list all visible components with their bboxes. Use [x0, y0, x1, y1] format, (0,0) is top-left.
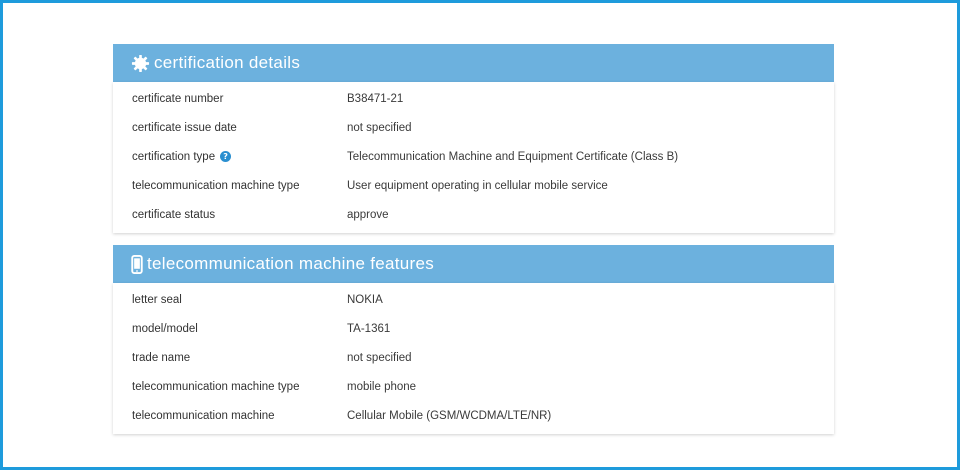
detail-row: certificate number B38471-21	[113, 84, 834, 113]
section-header-machine-features: telecommunication machine features	[113, 245, 834, 283]
detail-row: telecommunication machine type mobile ph…	[113, 372, 834, 401]
detail-row: telecommunication machine type User equi…	[113, 171, 834, 200]
field-value: Cellular Mobile (GSM/WCDMA/LTE/NR)	[347, 409, 552, 422]
field-label: telecommunication machine type	[132, 380, 300, 393]
detail-row: model/model TA-1361	[113, 314, 834, 343]
detail-row: telecommunication machine Cellular Mobil…	[113, 401, 834, 430]
detail-row: letter seal NOKIA	[113, 285, 834, 314]
question-icon[interactable]: ?	[220, 151, 232, 162]
field-label-with-help: certification type ?	[113, 151, 347, 163]
field-label: certificate issue date	[132, 121, 237, 134]
field-label: certificate number	[132, 92, 224, 105]
field-label: model/model	[132, 322, 198, 335]
detail-row: trade name not specified	[113, 343, 834, 372]
field-label: trade name	[132, 351, 191, 364]
certification-details-table: certificate number B38471-21 certificate…	[113, 82, 834, 233]
section-title: certification details	[154, 53, 301, 72]
field-value: User equipment operating in cellular mob…	[347, 179, 608, 192]
gear-icon	[131, 54, 150, 73]
detail-row: certification type ? Telecommunication M…	[113, 142, 834, 171]
field-value: NOKIA	[347, 293, 383, 306]
field-label: certificate status	[132, 208, 216, 221]
section-title: telecommunication machine features	[147, 254, 435, 273]
field-label: letter seal	[132, 293, 182, 306]
phone-icon	[131, 254, 143, 274]
field-label: telecommunication machine	[132, 409, 275, 422]
detail-row: certificate issue date not specified	[113, 113, 834, 142]
field-value: not specified	[347, 351, 412, 364]
machine-features-panel: telecommunication machine features lette…	[113, 245, 834, 434]
screenshot-frame: certification details certificate number…	[0, 0, 960, 470]
section-header-certification-details: certification details	[113, 44, 834, 82]
field-value: B38471-21	[347, 92, 404, 105]
field-label-text: certification type	[132, 150, 216, 163]
field-value: approve	[347, 208, 389, 221]
certification-details-panel: certification details certificate number…	[113, 44, 834, 233]
detail-row: certificate status approve	[113, 200, 834, 229]
machine-features-table: letter seal NOKIA model/model TA-1361 tr…	[113, 283, 834, 434]
field-value: Telecommunication Machine and Equipment …	[347, 150, 679, 163]
field-value: not specified	[347, 121, 412, 134]
field-label: telecommunication machine type	[132, 179, 300, 192]
field-value: mobile phone	[347, 380, 417, 393]
field-value: TA-1361	[347, 322, 391, 335]
